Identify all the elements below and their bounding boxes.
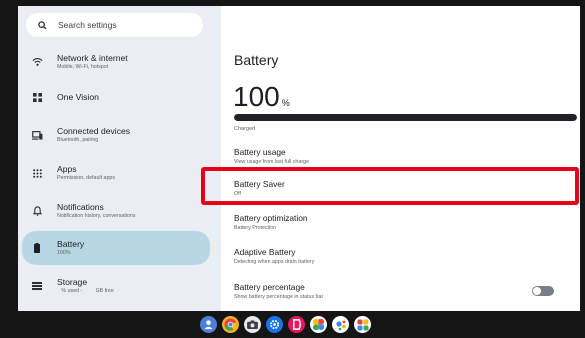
sidebar-item-one-vision[interactable]: One Vision (22, 84, 210, 110)
battery-percent: 100% (233, 82, 290, 118)
sidebar-item-network[interactable]: Network & internet Mobile, Wi-Fi, hotspo… (22, 47, 210, 77)
sidebar-item-label: Apps (57, 164, 77, 174)
grid-icon (30, 90, 44, 104)
sidebar-item-storage[interactable]: Storage % used - GB free (22, 271, 210, 301)
row-title: Battery percentage (234, 282, 305, 292)
wifi-icon (30, 55, 44, 69)
sidebar-item-label: Notifications (57, 202, 104, 212)
sidebar-item-sublabel: Mobile, Wi-Fi, hotspot (57, 64, 109, 70)
sidebar-item-sublabel: Bluetooth, pairing (57, 137, 99, 143)
sidebar-item-label: Storage (57, 277, 88, 287)
row-title: Adaptive Battery (234, 247, 296, 257)
row-title: Battery usage (234, 147, 286, 157)
sidebar-item-label: Connected devices (57, 126, 131, 136)
row-subtitle: View usage from last full charge (234, 159, 309, 165)
battery-percentage-row[interactable]: Battery percentage Show battery percenta… (234, 282, 564, 301)
settings-icon[interactable] (266, 316, 283, 333)
row-subtitle: Show battery percentage in status bar (234, 294, 324, 300)
battery-percentage-toggle[interactable] (532, 286, 554, 296)
bell-icon (30, 204, 44, 218)
devices-icon (30, 128, 44, 142)
page-title: Battery (234, 52, 279, 68)
battery-level-bar (234, 114, 577, 121)
sidebar: Search settings Network & internet Mobil… (18, 6, 221, 311)
sidebar-item-apps[interactable]: Apps Permission, default apps (22, 158, 210, 188)
toggle-knob (533, 287, 541, 295)
sidebar-item-sublabel: Permission, default apps (57, 175, 116, 181)
adaptive-battery-row[interactable]: Adaptive Battery Detecting when apps dra… (234, 247, 564, 266)
sidebar-item-battery[interactable]: Battery 100% (22, 231, 210, 265)
battery-percent-unit: % (281, 98, 290, 108)
battery-level-fill (234, 114, 577, 121)
search-icon (36, 19, 48, 31)
sidebar-item-sublabel: % used - GB free (57, 288, 114, 294)
battery-saver-row[interactable]: Battery Saver Off (234, 179, 564, 198)
sidebar-item-label: One Vision (57, 92, 99, 102)
sidebar-item-label: Network & internet (57, 53, 128, 63)
battery-percent-value: 100 (233, 81, 280, 112)
charge-status: Charged (234, 126, 256, 132)
battery-panel: Battery 100% Charged Battery usage View … (221, 6, 580, 311)
search-bar[interactable]: Search settings (26, 13, 203, 37)
row-title: Battery optimization (234, 213, 308, 223)
sidebar-item-connected-devices[interactable]: Connected devices Bluetooth, pairing (22, 120, 210, 150)
row-subtitle: Off (234, 191, 241, 197)
apps-icon (30, 166, 44, 180)
assistant-icon[interactable] (332, 316, 349, 333)
sidebar-item-notifications[interactable]: Notifications Notification history, conv… (22, 196, 210, 226)
sidebar-item-sublabel: 100% (57, 250, 71, 256)
row-subtitle: Detecting when apps drain battery (234, 259, 315, 265)
storage-icon (30, 279, 44, 293)
battery-usage-row[interactable]: Battery usage View usage from last full … (234, 147, 564, 166)
app-dock (200, 316, 371, 333)
play-icon[interactable] (354, 316, 371, 333)
battery-optimization-row[interactable]: Battery optimization Battery Protection (234, 213, 564, 232)
row-subtitle: Battery Protection (234, 225, 277, 231)
settings-window: Search settings Network & internet Mobil… (18, 6, 580, 311)
account-icon[interactable] (200, 316, 217, 333)
photos-icon[interactable] (310, 316, 327, 333)
battery-icon (30, 241, 44, 255)
chrome-icon[interactable] (222, 316, 239, 333)
search-placeholder: Search settings (58, 20, 117, 30)
game-icon[interactable] (288, 316, 305, 333)
sidebar-item-sublabel: Notification history, conversations (57, 213, 136, 219)
row-title: Battery Saver (234, 179, 285, 189)
camera-icon[interactable] (244, 316, 261, 333)
sidebar-item-label: Battery (57, 239, 85, 249)
